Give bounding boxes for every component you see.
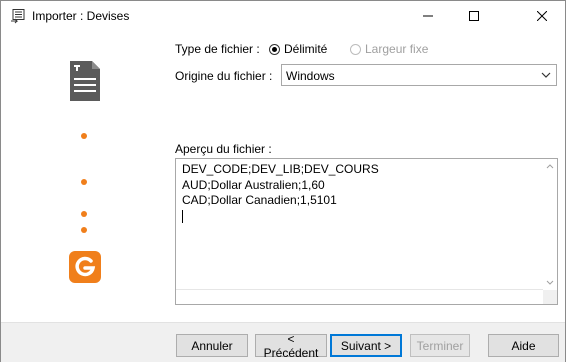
radio-delimited-label: Délimité — [284, 42, 328, 56]
origin-select-value: Windows — [286, 69, 335, 83]
minimize-button[interactable] — [405, 1, 451, 31]
text-caret — [182, 209, 183, 223]
step-dot-1 — [81, 133, 87, 139]
origin-label: Origine du fichier : — [175, 69, 273, 83]
wizard-step-panel — [1, 32, 166, 322]
radio-fixed-width-label: Largeur fixe — [365, 42, 429, 56]
import-app-icon — [10, 8, 26, 24]
file-type-label: Type de fichier : — [175, 42, 260, 56]
minimize-icon — [423, 15, 433, 17]
scroll-up-icon[interactable] — [546, 163, 554, 169]
brand-logo-icon — [69, 251, 101, 283]
preview-label: Aperçu du fichier : — [175, 142, 272, 156]
next-button[interactable]: Suivant > — [330, 334, 402, 357]
preview-line-2: AUD;Dollar Australien;1,60 — [182, 177, 325, 192]
finish-button: Terminer — [410, 334, 470, 357]
radio-fixed-width: Largeur fixe — [350, 42, 428, 56]
step-dot-4 — [81, 227, 87, 233]
preview-horizontal-scrollbar[interactable] — [176, 289, 543, 304]
close-icon — [537, 11, 547, 21]
maximize-button[interactable] — [451, 1, 497, 31]
cancel-button[interactable]: Annuler — [176, 334, 248, 357]
file-preview-content: DEV_CODE;DEV_LIB;DEV_COURS AUD;Dollar Au… — [182, 162, 379, 224]
radio-delimited-indicator[interactable] — [269, 43, 280, 55]
scrollbar-corner — [543, 290, 557, 304]
close-button[interactable] — [519, 1, 565, 31]
chevron-down-icon — [541, 72, 551, 78]
preview-line-1: DEV_CODE;DEV_LIB;DEV_COURS — [182, 162, 379, 176]
maximize-icon — [469, 11, 479, 21]
dialog-footer: Annuler < Précédent Suivant > Terminer A… — [1, 322, 565, 362]
radio-delimited[interactable]: Délimité — [269, 42, 327, 56]
help-button[interactable]: Aide — [488, 334, 559, 357]
step-dot-2 — [81, 179, 87, 185]
previous-button[interactable]: < Précédent — [255, 332, 327, 360]
import-dialog: Importer : Devises Type de fichier : Dél… — [0, 0, 566, 362]
scroll-down-icon[interactable] — [546, 280, 554, 286]
file-preview-textarea[interactable]: DEV_CODE;DEV_LIB;DEV_COURS AUD;Dollar Au… — [175, 158, 558, 305]
title-bar: Importer : Devises — [1, 1, 565, 31]
origin-select[interactable]: Windows — [281, 64, 557, 86]
radio-fixed-width-indicator — [350, 43, 361, 55]
step-dot-3 — [81, 211, 87, 217]
preview-vertical-scrollbar[interactable] — [543, 159, 557, 304]
document-icon — [70, 61, 100, 101]
preview-line-3: CAD;Dollar Canadien;1,5101 — [182, 193, 337, 207]
window-title: Importer : Devises — [32, 9, 130, 23]
